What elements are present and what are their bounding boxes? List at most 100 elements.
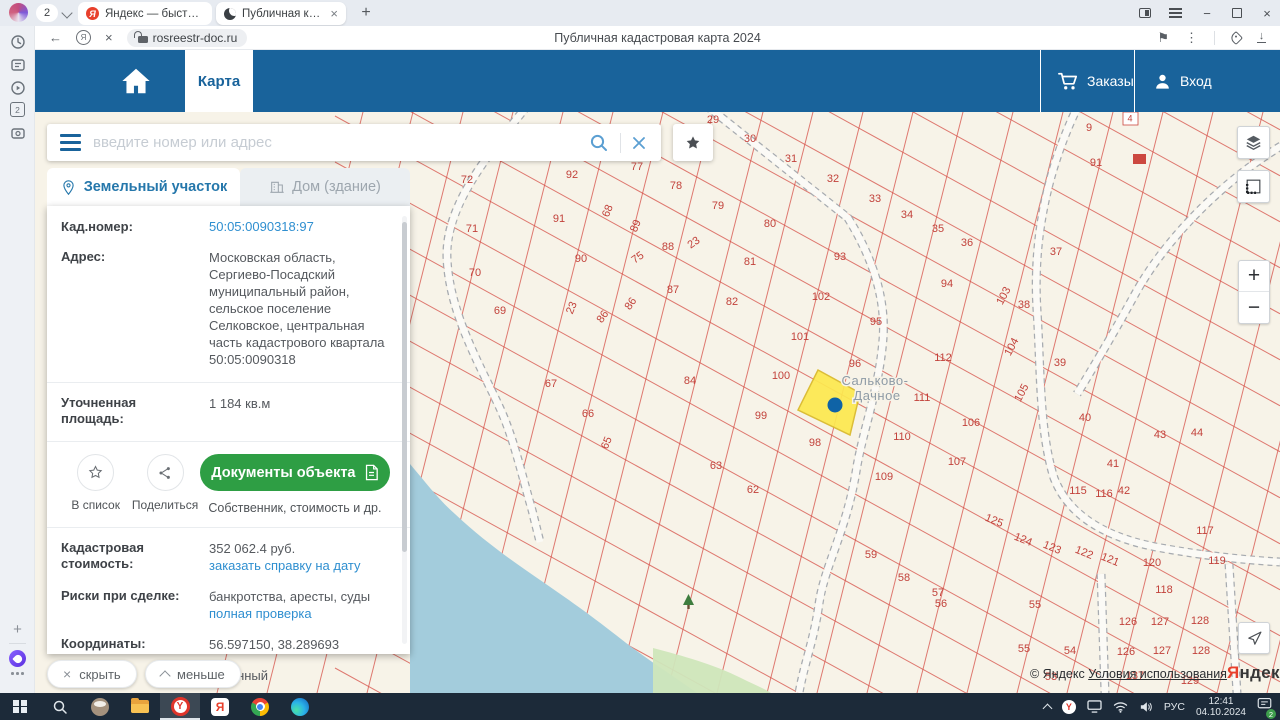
language-indicator[interactable]: РУС bbox=[1164, 701, 1185, 713]
parcel-number[interactable]: 33 bbox=[869, 193, 881, 205]
scrollbar-thumb[interactable] bbox=[402, 222, 407, 552]
login-button[interactable]: Вход bbox=[1153, 50, 1212, 112]
parcel-number[interactable]: 35 bbox=[932, 223, 944, 235]
layers-button[interactable] bbox=[1237, 126, 1270, 159]
parcel-number[interactable]: 111 bbox=[914, 392, 931, 404]
parcel-number[interactable]: 120 bbox=[1143, 557, 1161, 569]
parcel-number[interactable]: 127 bbox=[1151, 616, 1169, 628]
clear-search-icon[interactable] bbox=[631, 135, 647, 151]
parcel-number[interactable]: 54 bbox=[1064, 645, 1076, 657]
parcel-number[interactable]: 84 bbox=[684, 375, 696, 387]
parcel-number[interactable]: 30 bbox=[744, 133, 756, 145]
terms-of-use-link[interactable]: Условия использования bbox=[1088, 667, 1227, 681]
nav-tab-map[interactable]: Карта bbox=[185, 50, 253, 112]
back-icon[interactable]: ← bbox=[49, 30, 62, 45]
taskbar-search-button[interactable] bbox=[40, 693, 80, 720]
browser-tab-cadastral-map[interactable]: Публичная кадастров… × bbox=[216, 2, 346, 25]
restore-window-icon[interactable] bbox=[1232, 8, 1242, 18]
panel-scrollbar[interactable] bbox=[402, 216, 407, 644]
parcel-number[interactable]: 115 bbox=[1069, 485, 1087, 497]
area-select-button[interactable] bbox=[1237, 170, 1270, 203]
parcel-number[interactable]: 98 bbox=[809, 437, 821, 449]
parcel-number[interactable]: 127 bbox=[1153, 645, 1171, 657]
edge-button[interactable] bbox=[280, 693, 320, 720]
yandex-browser-button[interactable]: Y bbox=[160, 693, 200, 720]
parcel-number[interactable]: 91 bbox=[553, 213, 565, 225]
notifications-button[interactable]: 2 bbox=[1257, 697, 1272, 716]
parcel-number[interactable]: 59 bbox=[865, 549, 877, 561]
share-button[interactable]: Поделиться bbox=[130, 454, 199, 512]
order-certificate-link[interactable]: заказать справку на дату bbox=[209, 557, 361, 574]
close-tab-icon[interactable]: × bbox=[330, 6, 338, 21]
start-button[interactable] bbox=[0, 693, 40, 720]
home-button[interactable] bbox=[87, 50, 185, 112]
menu-hamburger-icon[interactable] bbox=[47, 134, 93, 152]
parcel-number[interactable]: 34 bbox=[901, 209, 913, 221]
volume-icon[interactable] bbox=[1139, 701, 1153, 713]
parcel-number[interactable]: 70 bbox=[469, 267, 481, 279]
chrome-button[interactable] bbox=[240, 693, 280, 720]
parcel-number[interactable]: 55 bbox=[1029, 599, 1041, 611]
hide-panel-button[interactable]: × скрыть bbox=[47, 660, 137, 688]
parcel-number[interactable]: 58 bbox=[898, 572, 910, 584]
parcel-number[interactable]: 31 bbox=[785, 153, 797, 165]
parcel-number[interactable]: 80 bbox=[764, 218, 776, 230]
stop-loading-icon[interactable]: × bbox=[105, 30, 113, 45]
cadastral-number-link[interactable]: 50:05:0090318:97 bbox=[209, 219, 390, 235]
zoom-in-button[interactable]: + bbox=[1239, 261, 1269, 292]
history-icon[interactable] bbox=[0, 34, 35, 50]
parcel-number[interactable]: 95 bbox=[870, 316, 882, 328]
side-panel-icon[interactable] bbox=[1139, 8, 1151, 18]
parcel-number[interactable]: 128 bbox=[1191, 615, 1209, 627]
screenshot-icon[interactable] bbox=[0, 125, 35, 141]
parcel-number[interactable]: 77 bbox=[631, 161, 643, 173]
parcel-number[interactable]: 55 bbox=[1018, 643, 1030, 655]
parcel-number[interactable]: 126 bbox=[1117, 646, 1135, 658]
parcel-number[interactable]: 67 bbox=[545, 378, 557, 390]
tab-land-parcel[interactable]: Земельный участок bbox=[47, 168, 240, 206]
parcel-number[interactable]: 66 bbox=[582, 408, 594, 420]
parcel-number[interactable]: 42 bbox=[1118, 485, 1130, 497]
parcel-number[interactable]: 43 bbox=[1154, 429, 1166, 441]
sidebar-add-icon[interactable]: + bbox=[0, 621, 35, 638]
parcel-number[interactable]: 38 bbox=[1018, 299, 1030, 311]
parcel-number[interactable]: 71 bbox=[466, 223, 478, 235]
taskbar-clock[interactable]: 12:41 04.10.2024 bbox=[1196, 696, 1246, 718]
parcel-number[interactable]: 91 bbox=[1090, 157, 1102, 169]
bookmark-icon[interactable]: ⚑ bbox=[1157, 30, 1169, 46]
full-check-link[interactable]: полная проверка bbox=[209, 605, 312, 622]
orders-button[interactable]: Заказы bbox=[1057, 50, 1134, 112]
parcel-number[interactable]: 78 bbox=[670, 180, 682, 192]
parcel-number[interactable]: 118 bbox=[1155, 584, 1173, 596]
parcel-number[interactable]: 92 bbox=[566, 169, 578, 181]
video-icon[interactable] bbox=[0, 80, 35, 96]
feed-icon[interactable] bbox=[0, 57, 35, 73]
new-tab-button[interactable]: + bbox=[356, 3, 376, 23]
parcel-number[interactable]: 36 bbox=[961, 237, 973, 249]
parcel-number[interactable]: 94 bbox=[941, 278, 953, 290]
parcel-number[interactable]: 112 bbox=[934, 352, 952, 364]
tab-counter[interactable]: 2 bbox=[36, 4, 58, 22]
downloads-icon[interactable]: ↓ bbox=[1257, 32, 1266, 43]
parcel-number[interactable]: 117 bbox=[1196, 525, 1214, 537]
parcel-number[interactable]: 96 bbox=[849, 358, 861, 370]
yandex-tray-icon[interactable]: Y bbox=[1062, 700, 1076, 714]
parcel-number[interactable]: 32 bbox=[827, 173, 839, 185]
profile-avatar[interactable] bbox=[9, 3, 28, 22]
minimize-window-icon[interactable]: − bbox=[1200, 6, 1214, 20]
parcel-number[interactable]: 116 bbox=[1095, 488, 1113, 500]
parcel-number[interactable]: 44 bbox=[1191, 427, 1203, 439]
parcel-number[interactable]: 79 bbox=[712, 200, 724, 212]
parcel-number[interactable]: 41 bbox=[1107, 458, 1119, 470]
locate-me-button[interactable] bbox=[1238, 622, 1270, 654]
collapse-panel-button[interactable]: меньше bbox=[145, 660, 241, 688]
tray-expand-icon[interactable] bbox=[1042, 704, 1052, 714]
parcel-number[interactable]: 69 bbox=[494, 305, 506, 317]
parcel-number[interactable]: 128 bbox=[1192, 645, 1210, 657]
parcel-number[interactable]: 110 bbox=[893, 431, 911, 443]
parcel-number[interactable]: 93 bbox=[834, 251, 846, 263]
search-icon[interactable] bbox=[588, 132, 610, 154]
parcel-number[interactable]: 81 bbox=[744, 256, 756, 268]
tabs-panel-icon[interactable]: 2 bbox=[0, 102, 35, 117]
parcel-number[interactable]: 63 bbox=[710, 460, 722, 472]
